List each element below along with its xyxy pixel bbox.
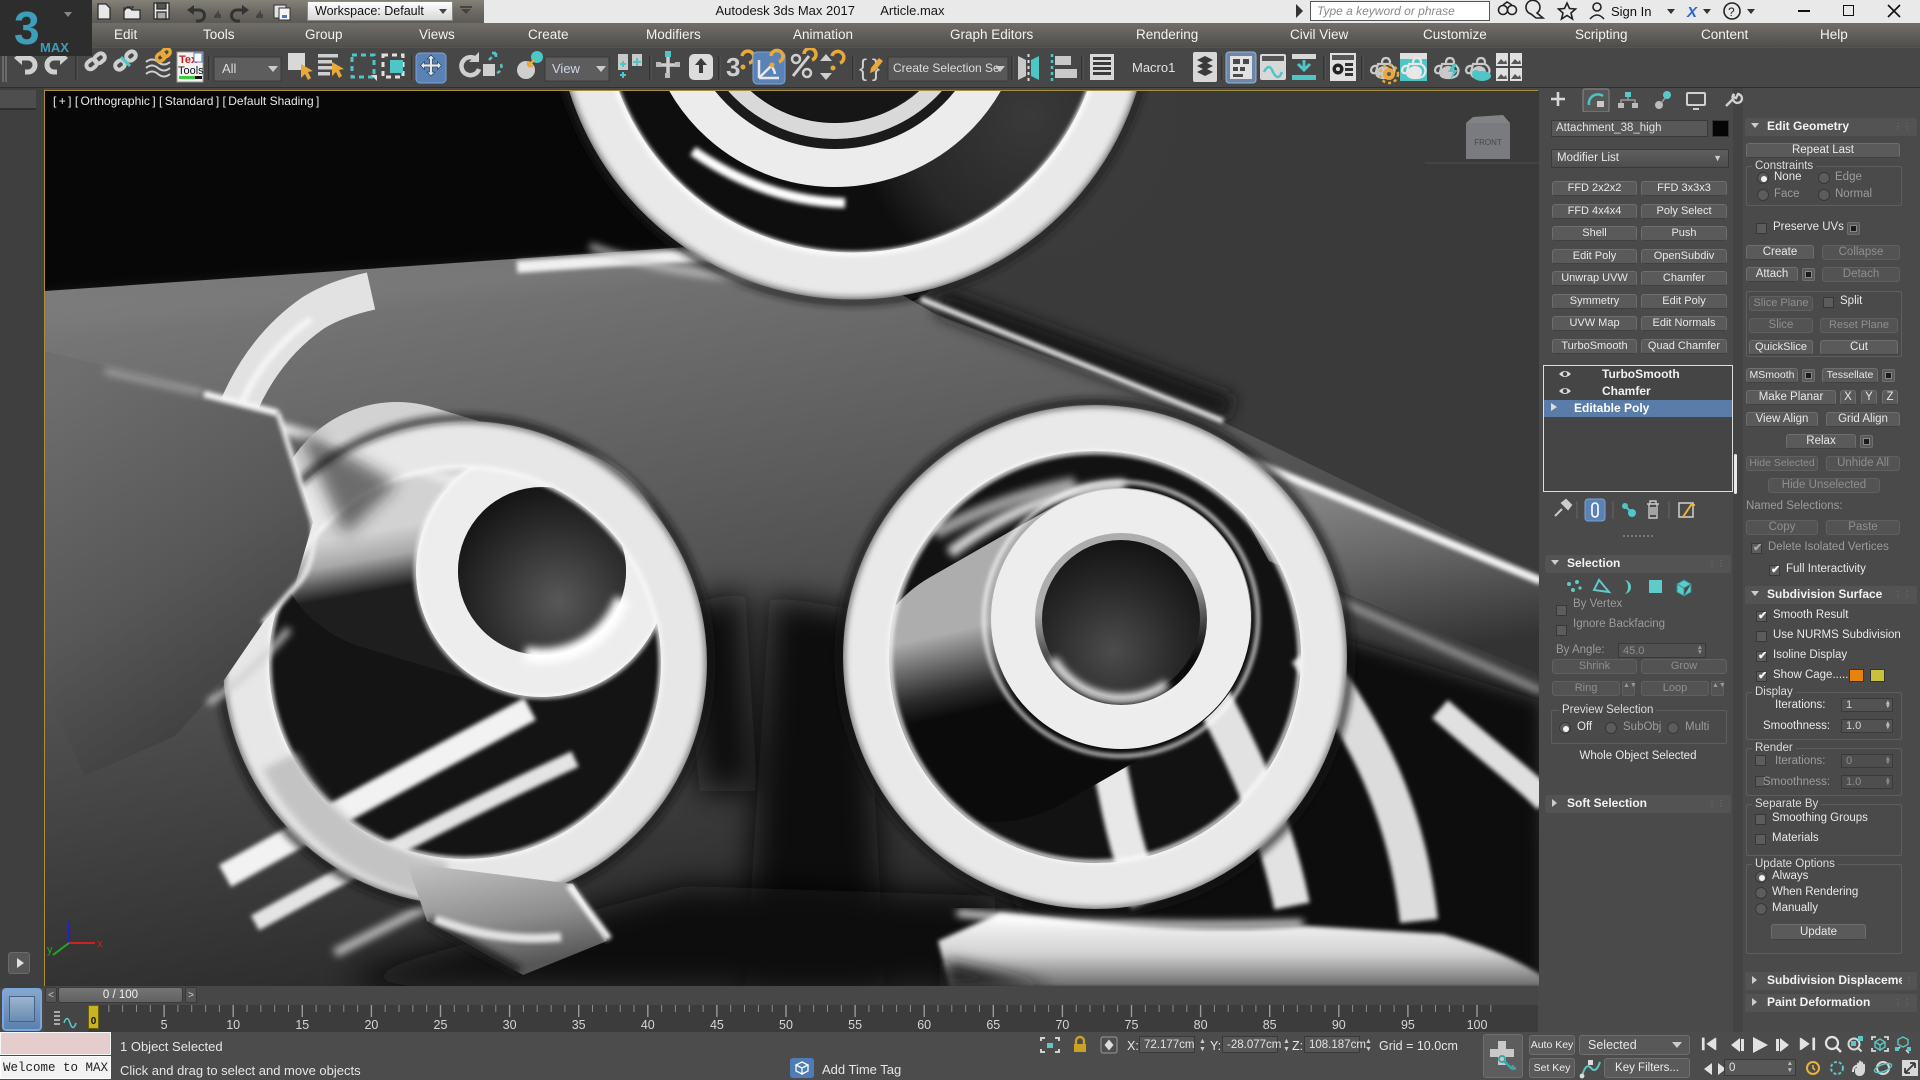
svg-text:65: 65	[986, 1018, 1000, 1032]
svg-text:3: 3	[726, 52, 740, 82]
svg-text:80: 80	[1194, 1018, 1208, 1032]
svg-text:?: ?	[1728, 5, 1735, 19]
svg-text:45: 45	[710, 1018, 724, 1032]
svg-text:35: 35	[572, 1018, 586, 1032]
svg-text:Create Selection Se: Create Selection Se	[893, 61, 1000, 75]
svg-text:Sign In: Sign In	[1611, 4, 1651, 19]
svg-text:50: 50	[779, 1018, 793, 1032]
svg-text:75: 75	[1125, 1018, 1139, 1032]
svg-text:85: 85	[1263, 1018, 1277, 1032]
svg-text:20: 20	[364, 1018, 378, 1032]
svg-text:40: 40	[641, 1018, 655, 1032]
svg-text:10: 10	[226, 1018, 240, 1032]
svg-text:3: 3	[14, 2, 40, 54]
svg-text:All: All	[222, 61, 237, 76]
svg-text:MAX: MAX	[40, 40, 69, 55]
svg-text:Macro1: Macro1	[1132, 60, 1175, 75]
svg-text:y: y	[47, 944, 53, 956]
svg-text:95: 95	[1401, 1018, 1415, 1032]
svg-text:Tools: Tools	[178, 65, 204, 77]
svg-text:15: 15	[295, 1018, 309, 1032]
svg-text:60: 60	[917, 1018, 931, 1032]
svg-text:70: 70	[1055, 1018, 1069, 1032]
svg-text:5: 5	[161, 1018, 168, 1032]
svg-text:55: 55	[848, 1018, 862, 1032]
svg-text:25: 25	[434, 1018, 448, 1032]
svg-text:90: 90	[1332, 1018, 1346, 1032]
svg-text:30: 30	[503, 1018, 517, 1032]
svg-text:100: 100	[1467, 1018, 1488, 1032]
svg-text:FRONT: FRONT	[1474, 138, 1502, 147]
svg-text:X: X	[1686, 4, 1698, 21]
svg-text:x: x	[97, 938, 103, 950]
svg-text:View: View	[552, 61, 581, 76]
